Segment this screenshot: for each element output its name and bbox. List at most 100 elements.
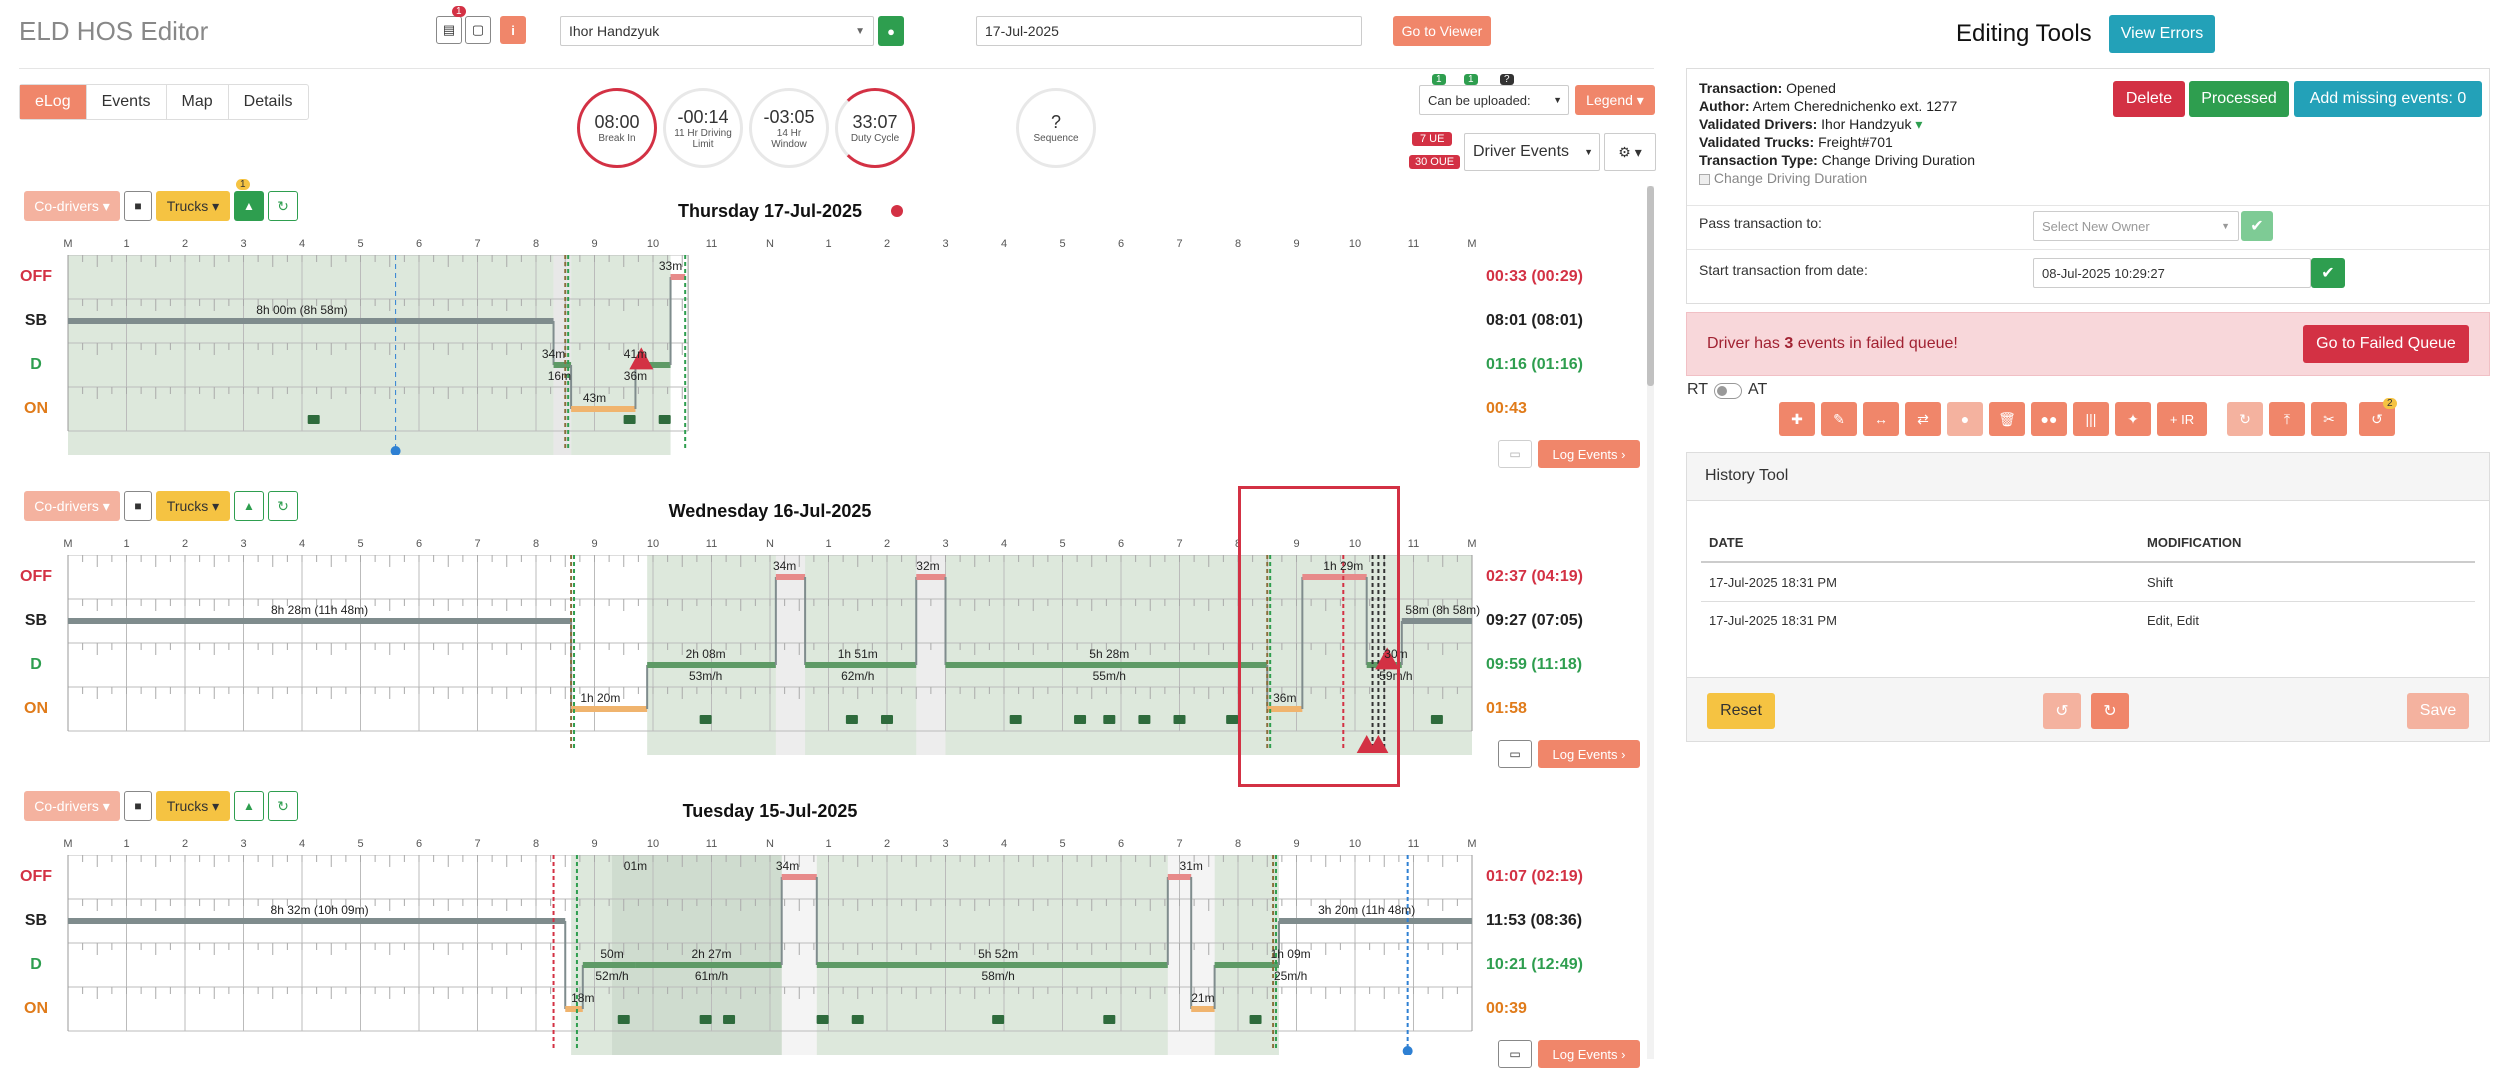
- view-errors-button[interactable]: View Errors: [2109, 15, 2215, 53]
- add-ir-button[interactable]: + IR: [2157, 402, 2207, 436]
- hour-label: 8: [1234, 238, 1242, 250]
- hour-label: 3: [240, 538, 247, 550]
- redo-button[interactable]: ↻: [2091, 693, 2129, 729]
- magic-tool-button[interactable]: ✦: [2115, 402, 2151, 436]
- upload-select[interactable]: Can be uploaded: ▼: [1419, 85, 1569, 115]
- hour-label: 2: [883, 838, 891, 850]
- notes-button[interactable]: ▢: [465, 16, 491, 44]
- duration-label: 53m/h: [688, 669, 723, 683]
- driver-select[interactable]: Ihor Handzyuk ▼: [560, 16, 874, 46]
- log-events-label: Log Events: [1552, 1046, 1618, 1062]
- duration-label: 1h 51m: [837, 647, 878, 661]
- shift-event-button[interactable]: ↔: [1863, 402, 1899, 436]
- history-row-mod: Shift: [2147, 575, 2174, 590]
- co-driver-tool-button[interactable]: ●●: [2031, 402, 2067, 436]
- wand-icon: ✦: [2127, 410, 2139, 427]
- driver-user-button[interactable]: ●: [878, 16, 904, 46]
- selection-box: [1238, 486, 1400, 787]
- comment-button[interactable]: ▭: [1498, 1040, 1532, 1068]
- row-label: D: [30, 356, 42, 373]
- view-tabs: eLog Events Map Details: [19, 84, 309, 120]
- ue-badge[interactable]: 7 UE: [1412, 132, 1453, 146]
- add-missing-events-button[interactable]: Add missing events: 0: [2294, 81, 2482, 117]
- graph-settings-button[interactable]: ⚙ ▾: [1604, 133, 1656, 171]
- hos-graph[interactable]: [0, 855, 1480, 1055]
- go-to-viewer-button[interactable]: Go to Viewer: [1393, 16, 1491, 46]
- row-total: 02:37 (04:19): [1486, 568, 1583, 585]
- comment-button[interactable]: ▭: [1498, 740, 1532, 768]
- columns-tool-button[interactable]: |||: [2073, 402, 2109, 436]
- start-date-input[interactable]: 08-Jul-2025 10:29:27: [2033, 258, 2311, 288]
- history-footer: [1687, 677, 2489, 741]
- save-button[interactable]: Save: [2407, 693, 2469, 729]
- driver-tool-button[interactable]: ●: [1947, 402, 1983, 436]
- owner-select-placeholder: Select New Owner: [2042, 218, 2150, 234]
- plus-icon: ✚: [1791, 410, 1803, 427]
- duty-cycle-label: Duty Cycle: [850, 133, 900, 144]
- start-date-confirm-button[interactable]: ✔: [2311, 258, 2345, 288]
- shade-region: [1214, 855, 1279, 1055]
- tab-details[interactable]: Details: [227, 85, 308, 119]
- duration-label: 16m: [547, 369, 572, 383]
- oue-badge[interactable]: 30 OUE: [1409, 155, 1461, 169]
- duration-label: 3h 20m (11h 48m): [1318, 903, 1416, 917]
- tab-map[interactable]: Map: [165, 85, 228, 119]
- hour-label: N: [766, 838, 774, 850]
- history-row-date: 17-Jul-2025 18:31 PM: [1709, 575, 1837, 590]
- duty-cycle-value: 33:07: [852, 112, 898, 132]
- legend-button[interactable]: Legend ▾: [1575, 85, 1655, 115]
- log-events-button[interactable]: Log Events ›: [1538, 1040, 1640, 1068]
- align-tool-button[interactable]: ⤒: [2269, 402, 2305, 436]
- event-camera-icon: [1430, 715, 1443, 724]
- trailer-badge: 1: [236, 179, 250, 190]
- info-key: Validated Trucks:: [1699, 134, 1815, 150]
- hour-label: 3: [942, 238, 949, 250]
- caret-down-icon: ▼: [2221, 221, 2230, 231]
- hour-label: 6: [1117, 538, 1125, 550]
- tab-elog[interactable]: eLog: [20, 85, 86, 119]
- owner-select[interactable]: Select New Owner ▼: [2033, 211, 2239, 241]
- undo-button[interactable]: ↺: [2043, 693, 2081, 729]
- rt-at-toggle[interactable]: [1714, 383, 1742, 399]
- swap-event-button[interactable]: ⇄: [1905, 402, 1941, 436]
- live-dot-icon: [891, 205, 903, 217]
- go-to-failed-queue-button[interactable]: Go to Failed Queue: [2303, 325, 2469, 363]
- hour-label: 1: [825, 838, 832, 850]
- hour-label: 4: [298, 538, 306, 550]
- logs-scrollbar-thumb[interactable]: [1647, 186, 1654, 386]
- break-in-gauge: 08:00 Break In: [577, 88, 657, 168]
- pass-confirm-button[interactable]: ✔: [2241, 211, 2273, 241]
- hour-label: 8: [532, 538, 540, 550]
- delete-event-button[interactable]: 🗑: [1989, 402, 2025, 436]
- hour-label: 10: [646, 838, 660, 850]
- tab-events[interactable]: Events: [85, 85, 166, 119]
- validated-truck: Freight#701: [1818, 134, 1893, 150]
- add-event-button[interactable]: ✚: [1779, 402, 1815, 436]
- document-button[interactable]: ▤: [436, 16, 462, 44]
- hos-graph[interactable]: [0, 255, 1480, 455]
- date-input[interactable]: 17-Jul-2025: [976, 16, 1362, 46]
- hour-label: 10: [646, 538, 660, 550]
- log-events-button[interactable]: Log Events ›: [1538, 740, 1640, 768]
- reset-button[interactable]: Reset: [1707, 693, 1775, 729]
- info-button[interactable]: i: [500, 16, 526, 44]
- row-label: OFF: [20, 268, 52, 285]
- edit-event-button[interactable]: ✎: [1821, 402, 1857, 436]
- event-camera-icon: [623, 415, 636, 424]
- processed-button[interactable]: Processed: [2189, 81, 2289, 117]
- comment-button[interactable]: ▭: [1498, 440, 1532, 468]
- hour-label: 7: [474, 838, 481, 850]
- failed-queue-message: Driver has 3 events in failed queue!: [1707, 335, 1958, 353]
- log-events-button[interactable]: Log Events ›: [1538, 440, 1640, 468]
- driver-events-select[interactable]: Driver Events ▼: [1464, 133, 1600, 171]
- duration-label: 55m/h: [1092, 669, 1126, 683]
- event-camera-icon: [992, 1015, 1005, 1024]
- cut-tool-button[interactable]: ✂: [2311, 402, 2347, 436]
- refresh-tool-button[interactable]: ↻: [2227, 402, 2263, 436]
- checkbox-icon[interactable]: [1699, 173, 1710, 185]
- row-label: SB: [24, 612, 48, 629]
- day-title: Thursday 17-Jul-2025: [677, 201, 863, 221]
- delete-button[interactable]: Delete: [2113, 81, 2185, 117]
- hour-label: 5: [1059, 538, 1066, 550]
- status-badge-b: 1: [1464, 74, 1478, 85]
